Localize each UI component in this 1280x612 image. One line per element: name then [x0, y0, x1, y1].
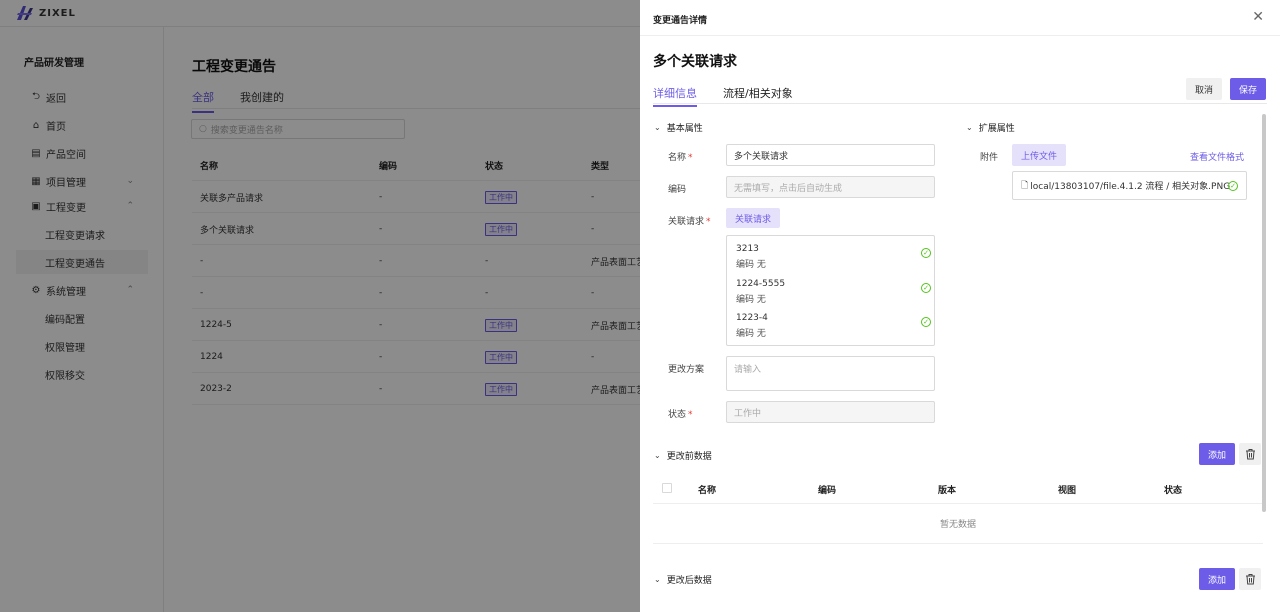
list-item[interactable]: 3213 编码 无 ✓: [736, 244, 931, 270]
chevron-down-icon: ⌄: [654, 451, 661, 460]
check-circle-icon: ✓: [921, 248, 931, 258]
attachment-label: 附件: [980, 153, 999, 163]
chevron-down-icon: ⌄: [966, 123, 973, 132]
add-before-data-button[interactable]: 添加: [1199, 443, 1235, 465]
name-field[interactable]: 多个关联请求: [726, 144, 935, 166]
file-name: local/13803107/file.4.1.2 流程 / 相关对象.PNG: [1030, 182, 1231, 192]
empty-state: 暂无数据: [653, 504, 1263, 544]
status-field[interactable]: 工作中: [726, 401, 935, 423]
attachment-file-item[interactable]: 🗋 local/13803107/file.4.1.2 流程 / 相关对象.PN…: [1012, 171, 1247, 200]
detail-drawer: 变更通告详情 ✕ 多个关联请求 详细信息 流程/相关对象 取消 保存 ⌄ 基本属…: [640, 0, 1280, 612]
file-icon: 🗋: [1021, 180, 1029, 191]
check-circle-icon: ✓: [921, 317, 931, 327]
plan-label: 更改方案: [668, 365, 705, 375]
trash-icon: [1245, 449, 1255, 460]
drawer-tabs-divider: [653, 103, 1267, 104]
list-item[interactable]: 1224-5555 编码 无 ✓: [736, 279, 931, 305]
name-label: 名称 *: [668, 153, 693, 163]
cancel-button[interactable]: 取消: [1186, 78, 1222, 100]
ext-section-header[interactable]: ⌄ 扩展属性: [966, 121, 1015, 134]
save-button[interactable]: 保存: [1230, 78, 1266, 100]
section-title: 更改后数据: [666, 576, 712, 586]
header-view: 视图: [1058, 486, 1077, 496]
header-version: 版本: [938, 486, 957, 496]
table-header: 名称 编码 版本 视图 状态: [653, 474, 1263, 504]
delete-before-data-button[interactable]: [1239, 443, 1261, 465]
code-field[interactable]: 无需填写，点击后自动生成: [726, 176, 935, 198]
select-all-checkbox[interactable]: [662, 483, 672, 493]
check-circle-icon: ✓: [921, 283, 931, 293]
related-code: 编码 无: [736, 260, 766, 270]
header-code: 编码: [818, 486, 837, 496]
add-related-request-button[interactable]: 关联请求: [726, 208, 780, 228]
related-name: 3213: [736, 244, 759, 254]
drawer-title: 多个关联请求: [653, 54, 737, 70]
related-name: 1224-5555: [736, 279, 786, 289]
drawer-header-title: 变更通告详情: [653, 16, 708, 26]
modal-overlay[interactable]: [0, 0, 640, 612]
list-item[interactable]: 1223-4 编码 无 ✓: [736, 313, 931, 339]
section-title: 更改前数据: [666, 452, 712, 462]
code-label: 编码: [668, 185, 687, 195]
chevron-down-icon: ⌄: [654, 575, 661, 584]
delete-after-data-button[interactable]: [1239, 568, 1261, 590]
section-title: 基本属性: [666, 124, 703, 134]
drawer-scrollbar[interactable]: [1262, 114, 1266, 512]
upload-file-button[interactable]: 上传文件: [1012, 144, 1066, 166]
add-after-data-button[interactable]: 添加: [1199, 568, 1235, 590]
drawer-header: 变更通告详情 ✕: [640, 0, 1280, 36]
check-circle-icon: ✓: [1228, 181, 1238, 191]
related-name: 1223-4: [736, 313, 768, 323]
before-section-header[interactable]: ⌄ 更改前数据: [654, 449, 712, 462]
header-status: 状态: [1164, 486, 1183, 496]
related-label: 关联请求 *: [668, 217, 711, 227]
section-title: 扩展属性: [978, 124, 1015, 134]
after-section-header[interactable]: ⌄ 更改后数据: [654, 573, 712, 586]
plan-textarea[interactable]: 请输入: [726, 356, 935, 391]
view-file-formats-link[interactable]: 查看文件格式: [1190, 150, 1244, 163]
trash-icon: [1245, 574, 1255, 585]
related-request-list: 3213 编码 无 ✓ 1224-5555 编码 无 ✓ 1223-4 编码 无…: [726, 235, 935, 346]
related-code: 编码 无: [736, 329, 766, 339]
chevron-down-icon: ⌄: [654, 123, 661, 132]
header-name: 名称: [698, 486, 717, 496]
close-icon[interactable]: ✕: [1252, 9, 1264, 25]
basic-section-header[interactable]: ⌄ 基本属性: [654, 121, 703, 134]
status-label: 状态 *: [668, 410, 693, 420]
related-code: 编码 无: [736, 295, 766, 305]
